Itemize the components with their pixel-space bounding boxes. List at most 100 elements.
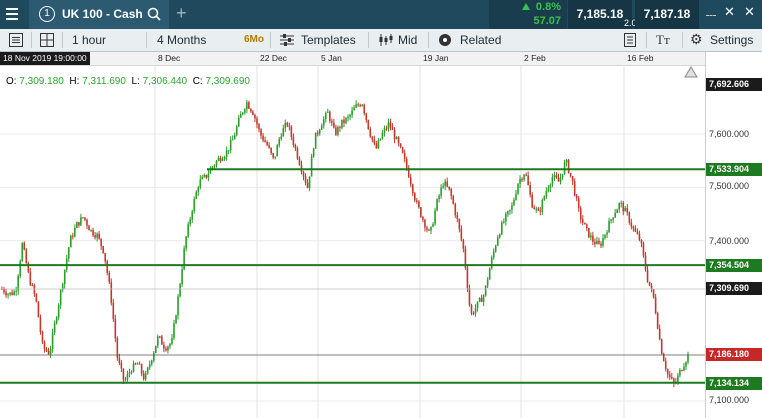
candle-body	[460, 228, 463, 240]
candle-body	[634, 228, 637, 232]
candle-body	[543, 196, 546, 200]
candle-body	[59, 289, 62, 305]
candle-body	[339, 126, 341, 128]
candle-body	[389, 122, 392, 128]
candle-body	[140, 364, 143, 374]
price-type-icon	[379, 34, 393, 46]
candle-body	[494, 245, 497, 252]
candle-body	[579, 208, 582, 220]
settings-button[interactable]: Settings	[710, 29, 753, 51]
candle-body	[565, 159, 568, 163]
candle-body	[381, 132, 384, 139]
candle-body	[353, 107, 355, 111]
add-tab-icon[interactable]: +	[176, 3, 187, 24]
instrument-name: UK 100 - Cash	[62, 7, 143, 21]
candle-body	[608, 220, 610, 233]
candle-body	[167, 346, 169, 351]
interval-dropdown[interactable]: 1 hour	[72, 29, 106, 51]
candle-body	[490, 257, 493, 269]
candle-body	[294, 145, 297, 149]
change-box: 0.8% 57.07	[489, 0, 567, 29]
candle-body	[604, 234, 606, 238]
candle-body	[654, 297, 657, 314]
menu-list-icon[interactable]	[9, 33, 23, 47]
candle-body	[569, 172, 572, 176]
candle-body	[35, 293, 38, 302]
candle-body	[468, 288, 471, 305]
candle-body	[440, 187, 442, 196]
candle-body	[496, 237, 499, 246]
candle-body	[302, 171, 305, 177]
candle-body	[258, 124, 260, 130]
high-label: H:	[69, 76, 80, 87]
candle-body	[106, 261, 109, 273]
close-icon[interactable]: ✕	[724, 4, 735, 20]
candle-body	[422, 217, 424, 220]
hamburger-menu-icon[interactable]	[6, 8, 18, 20]
candle-body	[430, 226, 432, 231]
candle-body	[409, 177, 412, 185]
price-tick-label: 7,100.000	[709, 395, 750, 405]
candle-body	[583, 222, 586, 225]
candle-body	[642, 243, 645, 256]
price-axis[interactable]: 7,692.606 7,600.000 7,533.904 7,500.000 …	[684, 52, 762, 418]
candle-body	[594, 241, 596, 245]
candle-body	[347, 116, 349, 118]
low-label: L:	[131, 76, 140, 87]
candle-body	[385, 128, 388, 130]
close-icon[interactable]: ✕	[744, 4, 755, 20]
candle-body	[628, 212, 631, 223]
time-tick-label: 16 Feb	[627, 53, 654, 63]
candle-body	[72, 235, 74, 237]
candle-body	[329, 111, 331, 122]
candle-body	[505, 213, 507, 222]
candle-body	[462, 239, 465, 249]
candle-body	[391, 127, 394, 130]
candle-body	[397, 137, 400, 144]
candle-body	[416, 200, 418, 202]
time-tick-label: 5 Jan	[321, 53, 342, 63]
buy-price-button[interactable]: 7,187.18	[635, 0, 699, 29]
time-tick-label: 19 Jan	[423, 53, 449, 63]
candle-body	[511, 205, 513, 210]
candle-body	[610, 219, 612, 221]
related-button[interactable]: Related	[460, 29, 501, 51]
candle-body	[280, 136, 283, 139]
price-tick-label: 7,600.000	[709, 129, 750, 139]
candle-body	[300, 164, 303, 172]
candle-body	[527, 175, 529, 186]
candle-body	[646, 269, 649, 282]
candle-body	[201, 176, 204, 180]
candle-body	[598, 240, 600, 244]
candle-body	[600, 243, 602, 246]
instrument-tab[interactable]: 1 UK 100 - Cash	[29, 0, 169, 29]
candle-body	[363, 104, 366, 114]
templates-button[interactable]: Templates	[301, 29, 356, 51]
chart-toolbar: 1 hour 4 Months 6Mo Templates Mid Relate…	[0, 29, 762, 52]
gear-icon[interactable]: ⚙	[690, 31, 703, 48]
price-chart[interactable]	[0, 66, 705, 418]
candle-body	[357, 104, 359, 106]
candle-body	[213, 165, 216, 167]
candle-body	[165, 348, 167, 351]
range-badge[interactable]: 6Mo	[244, 29, 264, 51]
range-dropdown[interactable]: 4 Months	[157, 29, 206, 51]
text-size-icon[interactable]: Tт	[656, 32, 670, 48]
candle-body	[324, 112, 327, 119]
candle-body	[193, 198, 196, 212]
minimize-icon[interactable]	[706, 5, 716, 16]
candle-body	[551, 177, 554, 185]
price-type-button[interactable]: Mid	[398, 29, 417, 51]
notes-icon[interactable]	[624, 33, 636, 47]
candle-body	[345, 117, 347, 123]
candle-body	[685, 362, 687, 367]
candle-body	[225, 150, 228, 157]
level-tag: 7,354.504	[706, 259, 762, 272]
candle-body	[343, 119, 345, 123]
candle-body	[13, 291, 15, 295]
scroll-up-icon[interactable]	[684, 66, 698, 78]
search-icon[interactable]	[147, 7, 161, 21]
candle-body	[632, 226, 635, 229]
candle-body	[596, 240, 598, 245]
layout-grid-icon[interactable]	[40, 33, 54, 47]
